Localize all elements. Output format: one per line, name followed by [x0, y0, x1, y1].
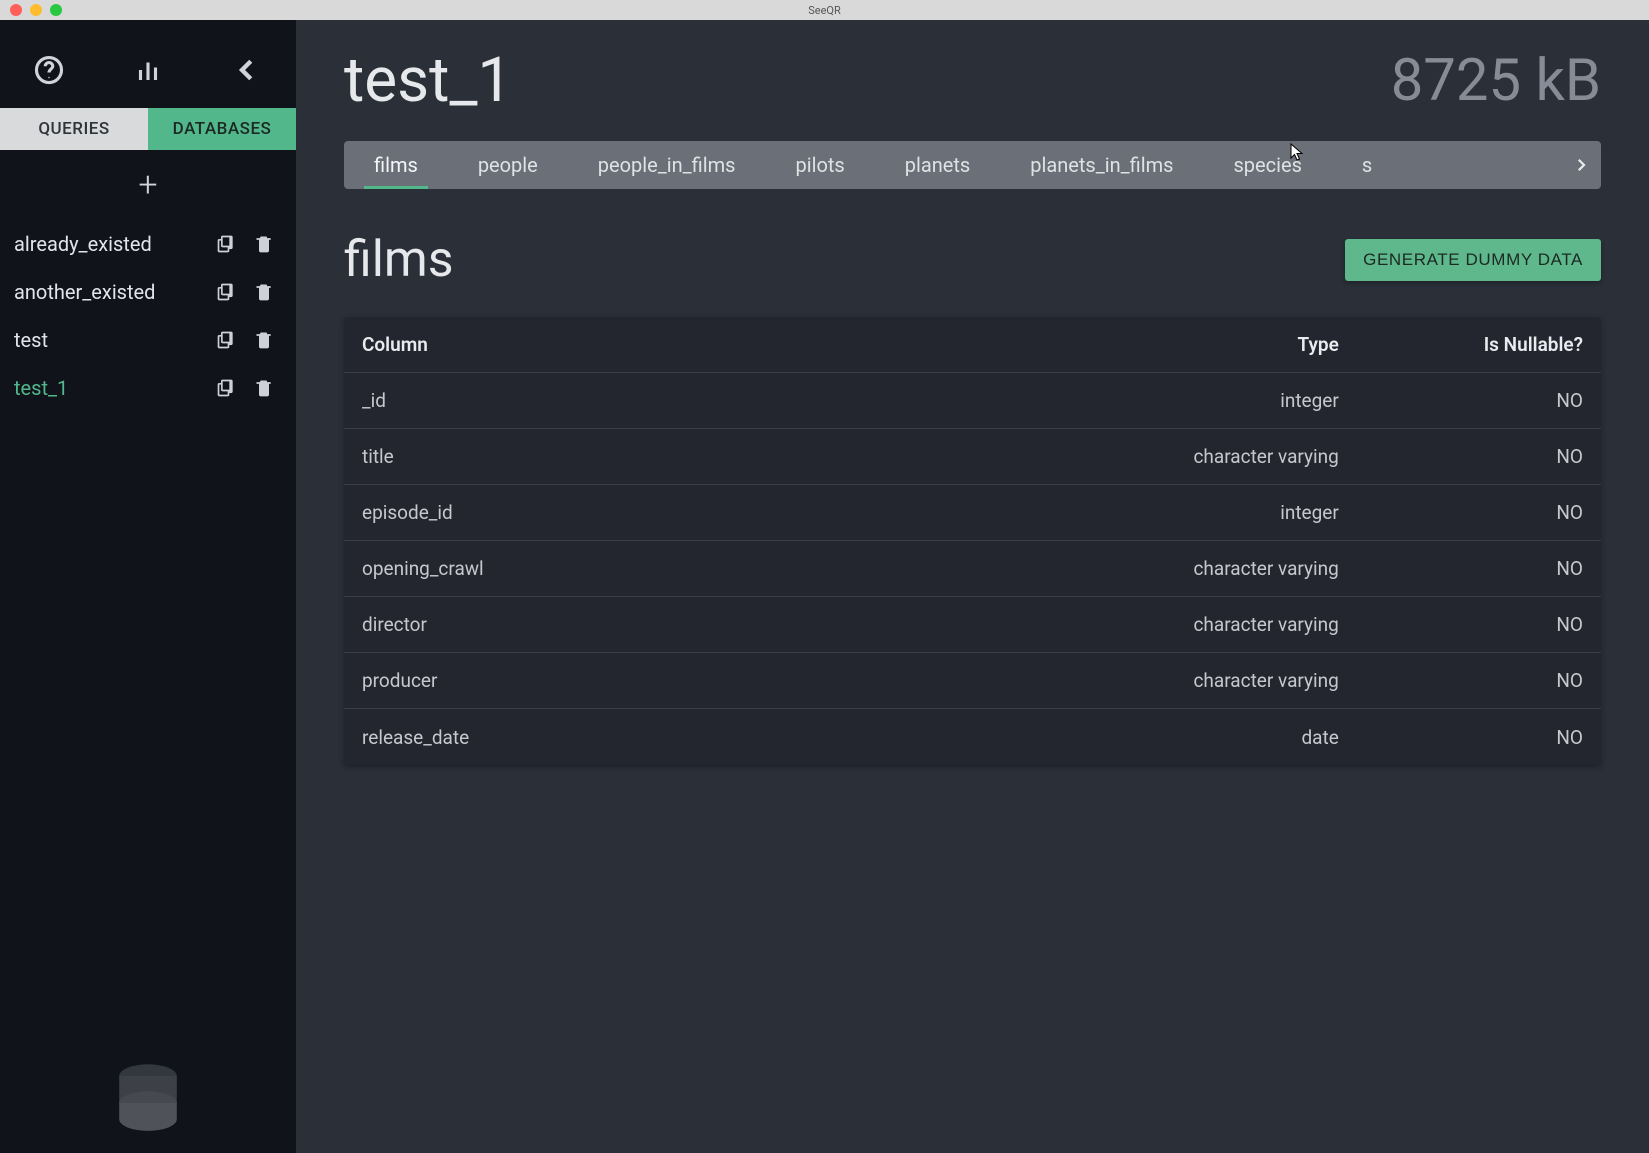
table-tab[interactable]: planets [875, 141, 1001, 189]
titlebar: SeeQR [0, 0, 1649, 20]
column-nullable: NO [1339, 613, 1583, 636]
column-nullable: NO [1339, 726, 1583, 749]
database-item-label: another_existed [14, 280, 214, 304]
sidebar-tabs: QUERIES DATABASES [0, 108, 296, 150]
window-zoom-button[interactable] [50, 4, 62, 16]
database-size-label: 8725 kB [1391, 47, 1601, 115]
mouse-cursor-icon [1290, 143, 1304, 163]
database-item-label: test_1 [14, 376, 214, 400]
main-content: test_1 8725 kB filmspeoplepeople_in_film… [296, 20, 1649, 1153]
schema-header-row: Column Type Is Nullable? [344, 317, 1601, 373]
tab-databases[interactable]: DATABASES [148, 108, 296, 150]
schema-row: _idintegerNO [344, 373, 1601, 429]
database-name-heading: test_1 [344, 44, 512, 117]
col-header-type: Type [973, 333, 1339, 356]
column-type: integer [973, 501, 1339, 524]
add-database-button[interactable]: + [138, 168, 157, 202]
col-header-column: Column [362, 333, 973, 356]
column-nullable: NO [1339, 389, 1583, 412]
column-name: producer [362, 669, 973, 692]
window-minimize-button[interactable] [30, 4, 42, 16]
table-tab[interactable]: people [448, 141, 568, 189]
database-item[interactable]: test_1 [0, 364, 296, 412]
copy-icon[interactable] [214, 328, 238, 352]
column-type: character varying [973, 669, 1339, 692]
schema-row: release_datedateNO [344, 709, 1601, 765]
col-header-nullable: Is Nullable? [1339, 333, 1583, 356]
column-nullable: NO [1339, 445, 1583, 468]
database-item[interactable]: another_existed [0, 268, 296, 316]
column-name: title [362, 445, 973, 468]
table-tab[interactable]: pilots [765, 141, 874, 189]
column-name: opening_crawl [362, 557, 973, 580]
delete-icon[interactable] [252, 376, 276, 400]
schema-row: producercharacter varyingNO [344, 653, 1601, 709]
database-item-actions [214, 232, 282, 256]
table-tabs-bar: filmspeoplepeople_in_filmspilotsplanetsp… [344, 141, 1601, 189]
column-type: character varying [973, 613, 1339, 636]
app-logo-icon [103, 1049, 193, 1143]
database-item-actions [214, 328, 282, 352]
column-name: director [362, 613, 973, 636]
database-item[interactable]: test [0, 316, 296, 364]
copy-icon[interactable] [214, 232, 238, 256]
generate-dummy-data-button[interactable]: GENERATE DUMMY DATA [1345, 239, 1601, 281]
collapse-sidebar-icon[interactable] [227, 50, 267, 90]
database-item-label: test [14, 328, 214, 352]
column-type: character varying [973, 445, 1339, 468]
table-tab[interactable]: planets_in_films [1000, 141, 1203, 189]
copy-icon[interactable] [214, 376, 238, 400]
scroll-tabs-right-button[interactable] [1561, 141, 1601, 189]
tab-queries[interactable]: QUERIES [0, 108, 148, 150]
database-list: already_existed another_existedtest test_1 [0, 220, 296, 412]
schema-row: titlecharacter varyingNO [344, 429, 1601, 485]
copy-icon[interactable] [214, 280, 238, 304]
window-close-button[interactable] [10, 4, 22, 16]
column-nullable: NO [1339, 557, 1583, 580]
column-name: release_date [362, 726, 973, 749]
table-tab[interactable]: people_in_films [568, 141, 766, 189]
database-item-label: already_existed [14, 232, 214, 256]
database-item[interactable]: already_existed [0, 220, 296, 268]
window-title: SeeQR [808, 4, 841, 17]
delete-icon[interactable] [252, 232, 276, 256]
table-tab[interactable]: species [1203, 141, 1331, 189]
help-icon[interactable] [29, 50, 69, 90]
schema-row: episode_idintegerNO [344, 485, 1601, 541]
column-name: _id [362, 389, 973, 412]
delete-icon[interactable] [252, 328, 276, 352]
table-tab[interactable]: films [344, 141, 448, 189]
column-nullable: NO [1339, 501, 1583, 524]
delete-icon[interactable] [252, 280, 276, 304]
column-type: integer [973, 389, 1339, 412]
column-nullable: NO [1339, 669, 1583, 692]
database-item-actions [214, 376, 282, 400]
column-type: date [973, 726, 1339, 749]
column-name: episode_id [362, 501, 973, 524]
schema-table: Column Type Is Nullable? _idintegerNOtit… [344, 317, 1601, 765]
database-item-actions [214, 280, 282, 304]
schema-row: directorcharacter varyingNO [344, 597, 1601, 653]
sidebar: QUERIES DATABASES + already_existedanoth… [0, 20, 296, 1153]
column-type: character varying [973, 557, 1339, 580]
analytics-icon[interactable] [128, 50, 168, 90]
schema-row: opening_crawlcharacter varyingNO [344, 541, 1601, 597]
window-controls [0, 4, 62, 16]
table-tab[interactable]: s [1332, 141, 1402, 189]
table-name-heading: films [344, 231, 454, 289]
